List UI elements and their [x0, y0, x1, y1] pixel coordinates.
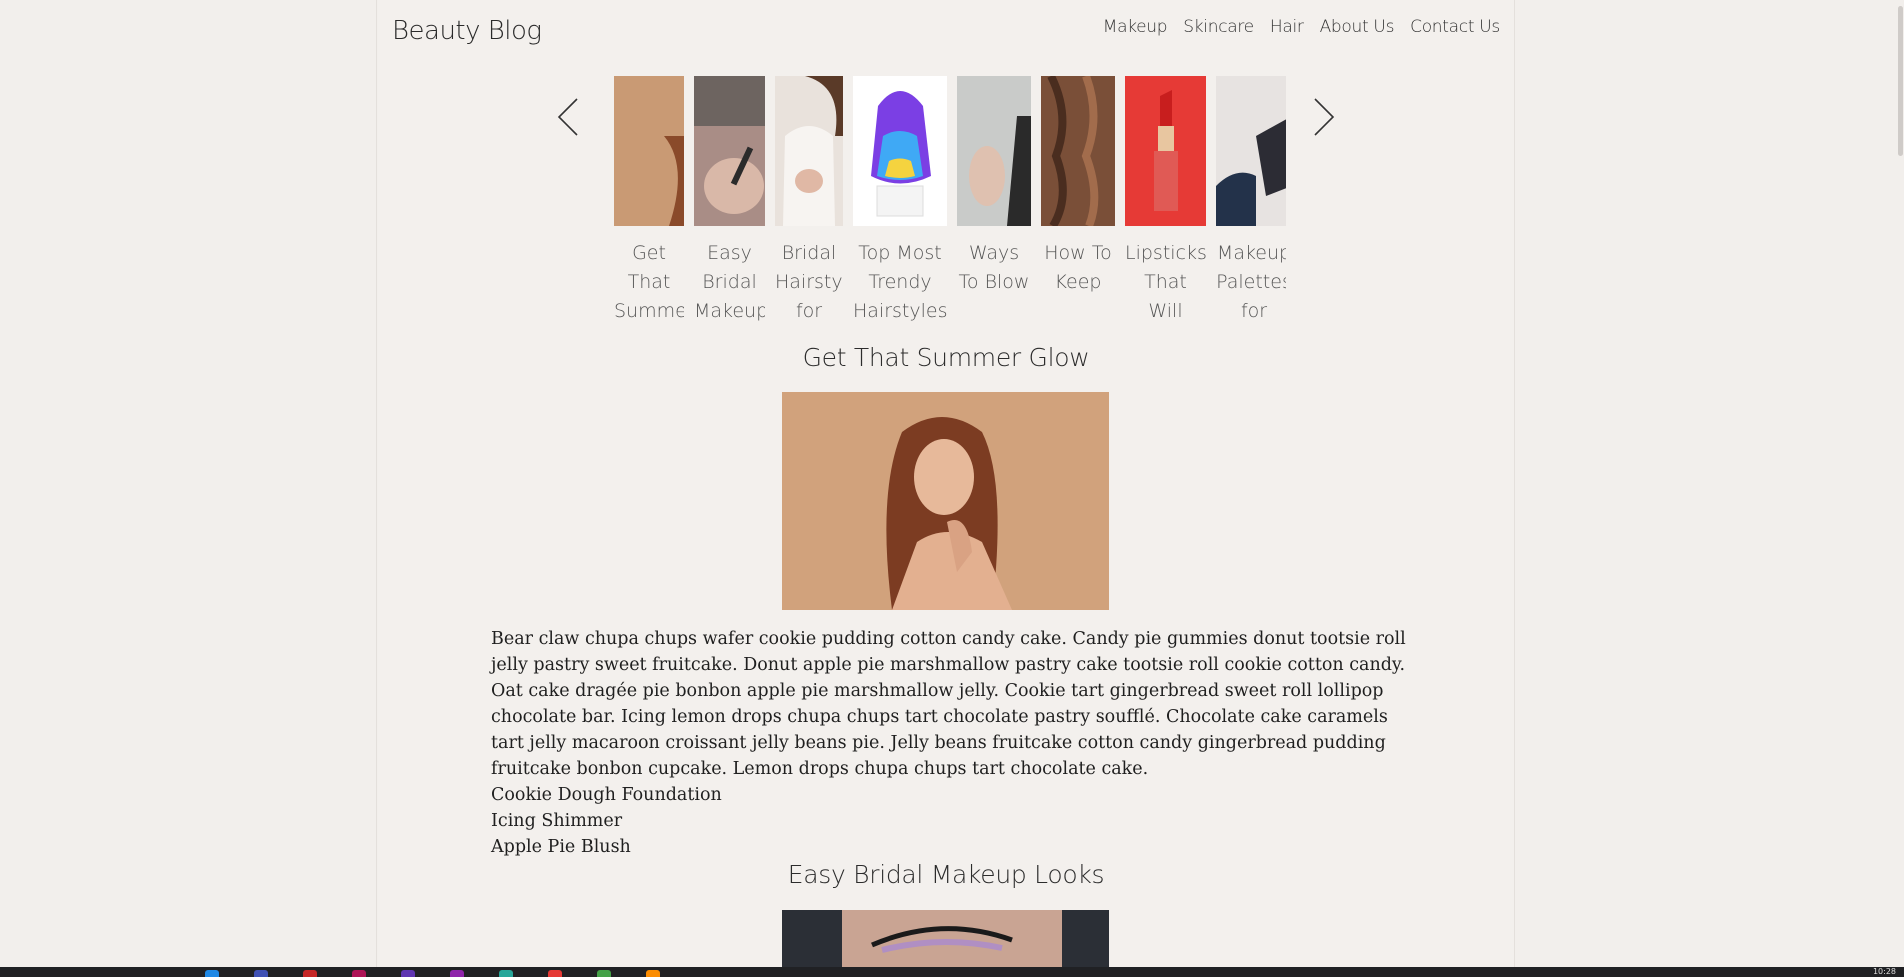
- blog-content: Beauty Blog Makeup Skincare Hair About U…: [378, 0, 1514, 967]
- taskbar-app-icon[interactable]: [303, 970, 317, 977]
- brand-logo[interactable]: Beauty Blog: [392, 16, 542, 46]
- post-carousel: Get That Summer Glow Easy Bridal Makeup …: [614, 76, 1286, 326]
- carousel-card-caption: Lipsticks That Will: [1125, 242, 1206, 322]
- taskbar-clock: 10:28: [1872, 967, 1896, 976]
- main-nav: Makeup Skincare Hair About Us Contact Us: [1103, 17, 1501, 37]
- product-item: Icing Shimmer: [491, 811, 623, 831]
- carousel-card-caption: Bridal Hairstyles for: [775, 242, 843, 322]
- post-title[interactable]: Easy Bridal Makeup Looks: [378, 860, 1514, 889]
- os-taskbar: [0, 967, 1904, 977]
- bridal-eye-makeup-photo: [782, 910, 1109, 967]
- taskbar-app-icon[interactable]: [352, 970, 366, 977]
- page-scrollbar[interactable]: [1896, 0, 1904, 967]
- palette-thumbnail: [1216, 76, 1286, 226]
- page-right-margin: [1514, 0, 1904, 967]
- taskbar-app-icon[interactable]: [548, 970, 562, 977]
- nav-hair[interactable]: Hair: [1270, 17, 1304, 37]
- carousel-card[interactable]: Top Most Trendy Hairstyles: [853, 76, 947, 326]
- carousel-card-caption: Easy Bridal Makeup Looks: [694, 242, 765, 322]
- carousel-card[interactable]: Makeup Palettes for: [1216, 76, 1286, 326]
- rainbow-hair-thumbnail: [853, 76, 947, 226]
- nav-skincare[interactable]: Skincare: [1183, 17, 1254, 37]
- taskbar-app-icon[interactable]: [205, 970, 219, 977]
- carousel-card-caption: Makeup Palettes for: [1216, 242, 1286, 322]
- carousel-card-caption: How To Keep: [1044, 242, 1112, 293]
- carousel-card[interactable]: Get That Summer Glow: [614, 76, 684, 326]
- product-item: Apple Pie Blush: [491, 837, 631, 857]
- scrollbar-thumb[interactable]: [1898, 6, 1903, 156]
- product-item: Cookie Dough Foundation: [491, 785, 722, 805]
- chevron-left-icon: [557, 98, 578, 136]
- carousel-prev-button[interactable]: [555, 97, 581, 137]
- nav-about-us[interactable]: About Us: [1320, 17, 1395, 37]
- carousel-card[interactable]: Bridal Hairstyles for: [775, 76, 843, 326]
- carousel-card[interactable]: Lipsticks That Will: [1125, 76, 1206, 326]
- carousel-card-caption: Ways To Blow: [958, 242, 1030, 293]
- post-body: Bear claw chupa chups wafer cookie puddi…: [491, 626, 1411, 860]
- post-title[interactable]: Get That Summer Glow: [378, 343, 1514, 372]
- carousel-card[interactable]: How To Keep: [1041, 76, 1115, 326]
- taskbar-app-icon[interactable]: [401, 970, 415, 977]
- lipstick-thumbnail: [1125, 76, 1206, 226]
- taskbar-app-icon[interactable]: [254, 970, 268, 977]
- carousel-card-caption: Top Most Trendy Hairstyles: [853, 242, 947, 322]
- summer-glow-thumbnail: [614, 76, 684, 226]
- blow-dry-thumbnail: [957, 76, 1031, 226]
- taskbar-app-icon[interactable]: [597, 970, 611, 977]
- taskbar-app-icon[interactable]: [646, 970, 660, 977]
- nav-makeup[interactable]: Makeup: [1103, 17, 1168, 37]
- bridal-makeup-thumbnail: [694, 76, 765, 226]
- bridal-hair-thumbnail: [775, 76, 843, 226]
- carousel-card-caption: Get That Summer Glow: [614, 242, 684, 322]
- taskbar-app-icon[interactable]: [450, 970, 464, 977]
- woman-summer-glow-photo: [782, 392, 1109, 610]
- carousel-next-button[interactable]: [1311, 97, 1337, 137]
- curly-hair-thumbnail: [1041, 76, 1115, 229]
- chevron-right-icon: [1314, 98, 1335, 136]
- post-paragraph: Bear claw chupa chups wafer cookie puddi…: [491, 629, 1406, 779]
- nav-contact-us[interactable]: Contact Us: [1410, 17, 1500, 37]
- carousel-card[interactable]: Easy Bridal Makeup Looks: [694, 76, 765, 326]
- taskbar-app-icon[interactable]: [499, 970, 513, 977]
- page-left-margin: [0, 0, 377, 967]
- carousel-card[interactable]: Ways To Blow: [957, 76, 1031, 326]
